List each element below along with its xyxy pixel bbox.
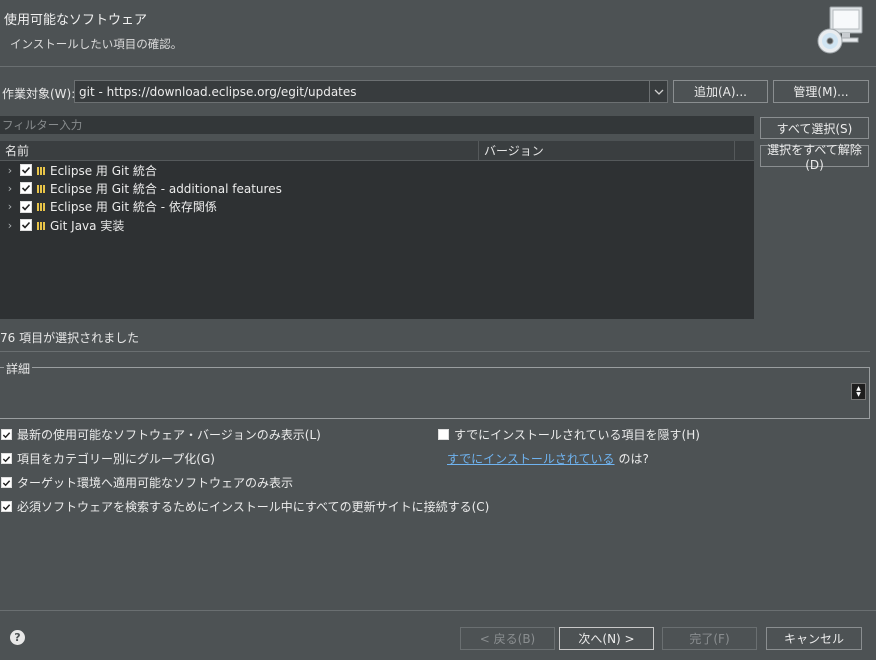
expand-chevron-icon[interactable]: › [0, 164, 20, 177]
column-header-name[interactable]: 名前 [0, 141, 479, 160]
option-label: ターゲット環境へ適用可能なソフトウェアのみ表示 [17, 476, 294, 490]
already-installed-link[interactable]: すでにインストールされている [447, 450, 615, 467]
table-row[interactable]: › Git Java 実装 [0, 216, 754, 234]
expand-chevron-icon[interactable]: › [0, 200, 20, 213]
details-scroll-spinner[interactable]: ▲ ▼ [851, 383, 866, 400]
option-target-only[interactable]: ターゲット環境へ適用可能なソフトウェアのみ表示 [1, 474, 293, 491]
header-separator [0, 66, 876, 67]
option-label: 項目をカテゴリー別にグループ化(G) [17, 452, 215, 466]
row-label: Eclipse 用 Git 統合 - 依存関係 [50, 200, 217, 215]
work-with-value: git - https://download.eclipse.org/egit/… [79, 84, 357, 99]
option-group-by-category[interactable]: 項目をカテゴリー別にグループ化(G) [1, 450, 215, 467]
row-checkbox[interactable] [20, 219, 32, 232]
chevron-down-icon[interactable] [649, 81, 667, 102]
dialog-title: 使用可能なソフトウェア [4, 13, 148, 28]
checkbox[interactable] [1, 477, 12, 488]
add-site-button[interactable]: 追加(A)... [673, 80, 768, 103]
row-label: Git Java 実装 [50, 218, 125, 233]
manage-sites-button[interactable]: 管理(M)... [773, 80, 869, 103]
work-with-combo[interactable]: git - https://download.eclipse.org/egit/… [74, 80, 668, 103]
footer-separator [0, 610, 876, 611]
checkbox[interactable] [438, 429, 449, 440]
option-latest-only[interactable]: 最新の使用可能なソフトウェア・バージョンのみ表示(L) [1, 426, 321, 443]
dialog-subtitle: インストールしたい項目の確認。 [10, 37, 183, 51]
already-installed-suffix: のは? [618, 452, 649, 466]
deselect-all-button[interactable]: 選択をすべて解除(D) [760, 143, 869, 172]
back-button[interactable]: < 戻る(B) [460, 627, 555, 650]
option-label: 必須ソフトウェアを検索するためにインストール中にすべての更新サイトに接続する(C… [17, 500, 490, 514]
column-header-version[interactable]: バージョン [479, 141, 735, 160]
feature-icon [37, 184, 45, 193]
option-contact-all-sites[interactable]: 必須ソフトウェアを検索するためにインストール中にすべての更新サイトに接続する(C… [1, 498, 489, 515]
selection-status: 76 項目が選択されました [0, 331, 140, 345]
status-separator [0, 351, 870, 352]
expand-chevron-icon[interactable]: › [0, 182, 20, 195]
row-label: Eclipse 用 Git 統合 - additional features [50, 181, 282, 196]
row-label: Eclipse 用 Git 統合 [50, 163, 157, 178]
checkbox[interactable] [1, 453, 12, 464]
filter-input[interactable]: フィルター入力 [0, 116, 754, 134]
expand-chevron-icon[interactable]: › [0, 219, 20, 232]
checkbox[interactable] [1, 501, 12, 512]
row-checkbox[interactable] [20, 164, 32, 177]
cancel-button[interactable]: キャンセル [766, 627, 862, 650]
details-group [0, 367, 870, 419]
table-row[interactable]: › Eclipse 用 Git 統合 - additional features [0, 179, 754, 197]
already-installed-row: すでにインストールされている のは? [447, 450, 649, 467]
work-with-label: 作業対象(W): [2, 87, 76, 101]
option-hide-installed[interactable]: すでにインストールされている項目を隠す(H) [438, 426, 700, 443]
row-checkbox[interactable] [20, 182, 32, 195]
option-label: すでにインストールされている項目を隠す(H) [454, 428, 700, 442]
finish-button[interactable]: 完了(F) [662, 627, 757, 650]
feature-icon [37, 221, 45, 230]
select-all-button[interactable]: すべて選択(S) [760, 117, 869, 139]
details-legend: 詳細 [4, 360, 33, 377]
table-row[interactable]: › Eclipse 用 Git 統合 [0, 161, 754, 179]
install-software-icon [816, 5, 864, 55]
table-header: 名前 バージョン [0, 141, 754, 161]
row-checkbox[interactable] [20, 200, 32, 213]
help-icon[interactable]: ? [10, 630, 25, 645]
option-label: 最新の使用可能なソフトウェア・バージョンのみ表示(L) [17, 428, 321, 442]
feature-icon [37, 202, 45, 212]
feature-icon [37, 166, 45, 175]
feature-tree-table: 名前 バージョン › Eclipse 用 Git 統合 › Eclipse 用 … [0, 141, 754, 319]
next-button[interactable]: 次へ(N) > [559, 627, 654, 650]
table-row[interactable]: › Eclipse 用 Git 統合 - 依存関係 [0, 198, 754, 216]
checkbox[interactable] [1, 429, 12, 440]
